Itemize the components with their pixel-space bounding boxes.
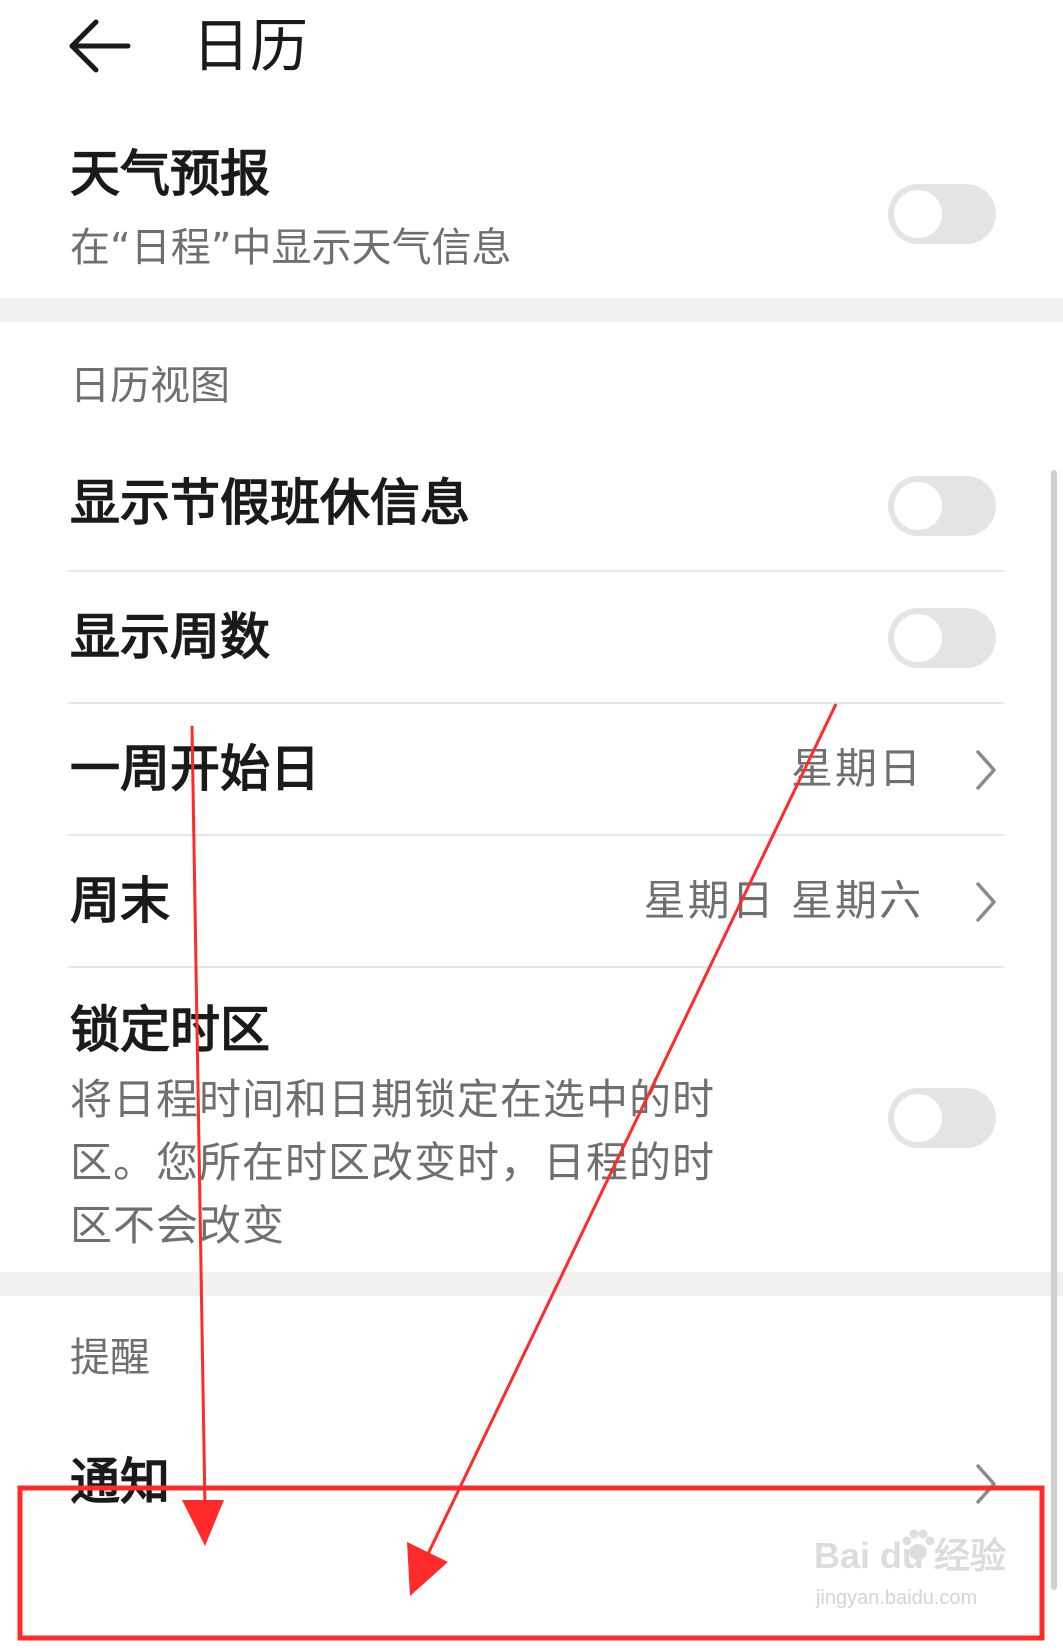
toggle-knob bbox=[894, 1094, 942, 1142]
arrow-head-right bbox=[407, 1542, 448, 1596]
weekend-row[interactable]: 周末 星期日 星期六 bbox=[0, 836, 1063, 966]
section-label-calendar-view: 日历视图 bbox=[70, 363, 230, 409]
description-line: 区不会改变 bbox=[70, 1201, 286, 1250]
scrollbar[interactable] bbox=[1051, 470, 1057, 1590]
show-holidays-row[interactable]: 显示节假班休信息 bbox=[0, 438, 1063, 568]
weather-forecast-title: 天气预报 bbox=[70, 145, 270, 203]
show-week-numbers-row[interactable]: 显示周数 bbox=[0, 572, 1063, 702]
toggle-knob bbox=[894, 190, 942, 238]
chevron-right-icon bbox=[976, 750, 996, 790]
arrow-left-icon[interactable] bbox=[66, 10, 138, 82]
show-holidays-toggle[interactable] bbox=[888, 476, 996, 536]
lock-timezone-title: 锁定时区 bbox=[70, 1001, 270, 1059]
lock-timezone-row[interactable]: 锁定时区 将日程时间和日期锁定在选中的时 区。您所在时区改变时，日程的时 区不会… bbox=[0, 968, 1063, 1268]
lock-timezone-description: 将日程时间和日期锁定在选中的时 区。您所在时区改变时，日程的时 区不会改变 bbox=[70, 1068, 790, 1257]
lock-timezone-toggle[interactable] bbox=[888, 1088, 996, 1148]
paw-logo-icon bbox=[902, 1529, 935, 1560]
description-line: 将日程时间和日期锁定在选中的时 bbox=[70, 1075, 716, 1124]
section-separator bbox=[0, 298, 1063, 322]
baidu-jingyan-watermark: Bai du 经验 jingyan.baidu.com bbox=[812, 1529, 1012, 1622]
toggle-knob bbox=[894, 482, 942, 530]
page-title: 日历 bbox=[192, 12, 309, 80]
notifications-title: 通知 bbox=[70, 1453, 170, 1511]
show-week-numbers-title: 显示周数 bbox=[70, 608, 270, 666]
section-separator bbox=[0, 1272, 1063, 1296]
chevron-right-icon bbox=[976, 882, 996, 922]
watermark-url: jingyan.baidu.com bbox=[816, 1587, 978, 1609]
weekend-title: 周末 bbox=[70, 872, 170, 930]
show-week-numbers-toggle[interactable] bbox=[888, 608, 996, 668]
section-label-reminders: 提醒 bbox=[70, 1335, 150, 1381]
weekend-value: 星期日 星期六 bbox=[643, 876, 923, 925]
toggle-knob bbox=[894, 614, 942, 662]
weather-forecast-toggle[interactable] bbox=[888, 184, 996, 244]
chevron-right-icon bbox=[976, 1464, 996, 1504]
week-start-value: 星期日 bbox=[790, 744, 923, 793]
app-header: 日历 bbox=[0, 0, 1063, 95]
settings-page: 日历 天气预报 在“日程”中显示天气信息 日历视图 显示节假班休信息 显示周数 … bbox=[0, 0, 1063, 1650]
week-start-row[interactable]: 一周开始日 星期日 bbox=[0, 704, 1063, 834]
weather-forecast-row[interactable]: 天气预报 在“日程”中显示天气信息 bbox=[0, 140, 1063, 290]
show-holidays-title: 显示节假班休信息 bbox=[70, 474, 470, 532]
description-line: 区。您所在时区改变时，日程的时 bbox=[70, 1138, 716, 1187]
weather-forecast-subtitle: 在“日程”中显示天气信息 bbox=[70, 225, 512, 271]
week-start-title: 一周开始日 bbox=[70, 740, 320, 798]
